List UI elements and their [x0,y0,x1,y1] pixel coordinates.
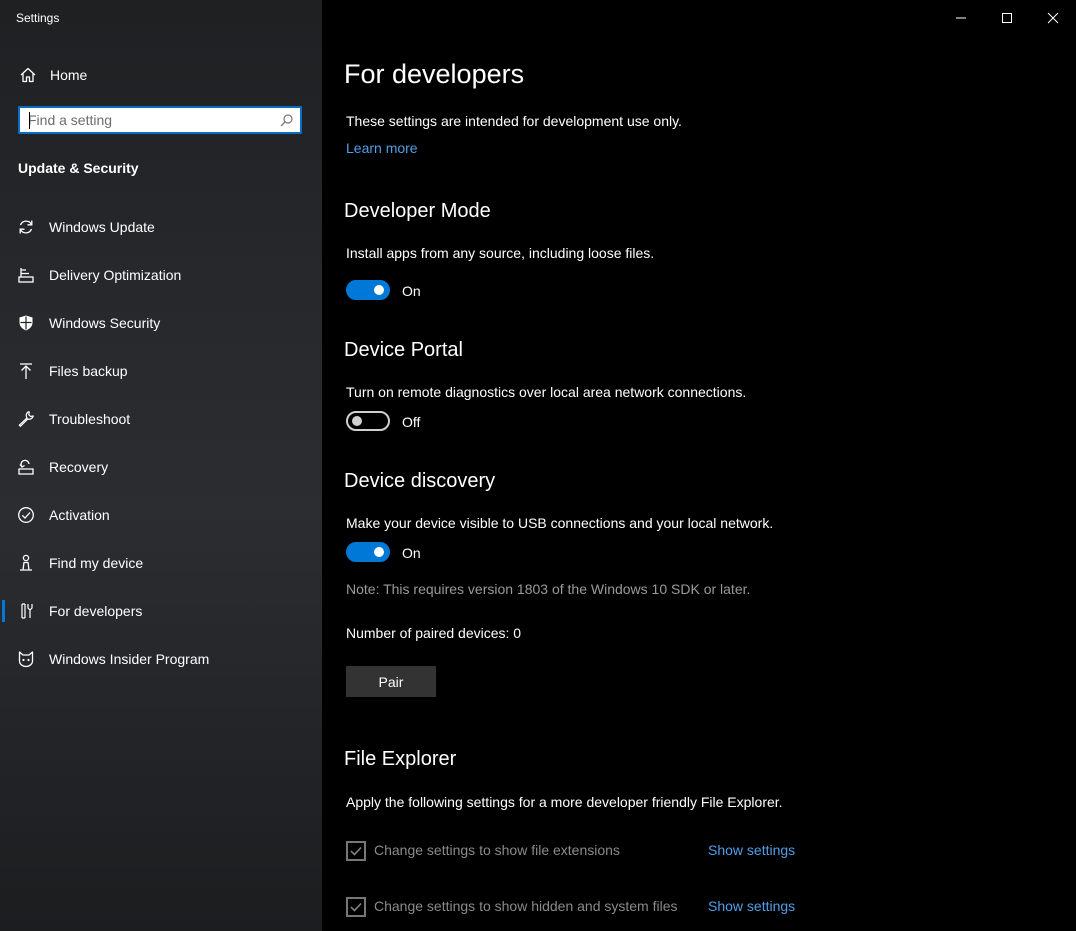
sidebar-item-home[interactable]: Home [0,59,322,91]
shield-icon [19,315,33,331]
sdk-note: Note: This requires version 1803 of the … [346,581,751,597]
delivery-optimization-icon [18,268,34,283]
sidebar-item-home-label: Home [50,67,88,83]
sidebar-nav: Windows Update Delivery Optimization Win… [0,203,322,683]
sidebar-item-label: Troubleshoot [49,411,131,427]
show-settings-link-extensions[interactable]: Show settings [708,842,795,858]
wrench-icon [18,411,34,427]
sidebar-item-label: For developers [49,603,143,619]
toggle-knob [374,547,384,557]
sidebar-item-troubleshoot[interactable]: Troubleshoot [0,395,322,443]
hidden-files-checkbox[interactable] [346,897,366,917]
search-icon[interactable] [280,114,293,127]
intro-text: These settings are intended for developm… [346,113,682,129]
search-box[interactable] [18,106,302,134]
paired-devices-count: Number of paired devices: 0 [346,625,522,641]
sidebar-item-windows-update[interactable]: Windows Update [0,203,322,251]
sidebar-item-label: Files backup [49,363,128,379]
learn-more-link[interactable]: Learn more [346,140,418,156]
hidden-files-label: Change settings to show hidden and syste… [374,898,678,914]
sidebar-item-label: Recovery [49,459,109,475]
search-input[interactable] [28,111,268,129]
file-explorer-description: Apply the following settings for a more … [346,794,783,810]
file-extensions-label: Change settings to show file extensions [374,842,620,858]
toggle-knob [374,285,384,295]
section-heading: Update & Security [18,160,139,176]
selected-indicator [2,600,5,622]
device-portal-description: Turn on remote diagnostics over local ar… [346,384,747,400]
file-explorer-heading: File Explorer [344,748,457,770]
sidebar-item-activation[interactable]: Activation [0,491,322,539]
developer-mode-toggle[interactable] [346,280,390,300]
developer-mode-heading: Developer Mode [344,200,491,222]
developer-mode-state: On [402,283,421,299]
device-portal-state: Off [402,414,421,430]
sync-icon [19,220,33,234]
sidebar-item-windows-insider-program[interactable]: Windows Insider Program [0,635,322,683]
sidebar-item-label: Activation [49,507,110,523]
main-content: For developers These settings are intend… [322,0,1076,931]
insider-cat-icon [18,651,34,668]
file-extensions-checkbox[interactable] [346,841,366,861]
developer-mode-description: Install apps from any source, including … [346,245,655,261]
home-icon [20,67,36,83]
person-location-icon [20,554,32,571]
sidebar-item-label: Delivery Optimization [49,267,182,283]
page-title: For developers [344,59,525,89]
developer-tools-icon [21,603,33,619]
check-circle-icon [18,507,34,523]
sidebar: Settings Home Update & Security [0,0,322,931]
show-settings-link-hidden-files[interactable]: Show settings [708,898,795,914]
device-portal-heading: Device Portal [344,339,463,361]
device-discovery-toggle[interactable] [346,542,390,562]
sidebar-item-for-developers[interactable]: For developers [0,587,322,635]
settings-window: Settings Home Update & Security [0,0,1076,931]
device-portal-toggle[interactable] [346,411,390,431]
device-discovery-description: Make your device visible to USB connecti… [346,515,774,531]
toggle-knob [352,416,362,426]
checkmark-icon [350,846,362,856]
sidebar-item-label: Find my device [49,555,144,571]
sidebar-item-label: Windows Update [49,219,155,235]
device-discovery-state: On [402,545,421,561]
sidebar-item-find-my-device[interactable]: Find my device [0,539,322,587]
upload-arrow-icon [20,363,32,379]
sidebar-item-label: Windows Security [49,315,161,331]
sidebar-item-windows-security[interactable]: Windows Security [0,299,322,347]
sidebar-item-label: Windows Insider Program [49,651,210,667]
checkmark-icon [350,902,362,912]
app-title: Settings [16,11,60,25]
device-discovery-heading: Device discovery [344,470,496,492]
pair-button[interactable]: Pair [346,666,436,697]
sidebar-item-delivery-optimization[interactable]: Delivery Optimization [0,251,322,299]
text-caret [29,112,30,129]
sidebar-item-files-backup[interactable]: Files backup [0,347,322,395]
recovery-icon [18,459,34,475]
sidebar-item-recovery[interactable]: Recovery [0,443,322,491]
